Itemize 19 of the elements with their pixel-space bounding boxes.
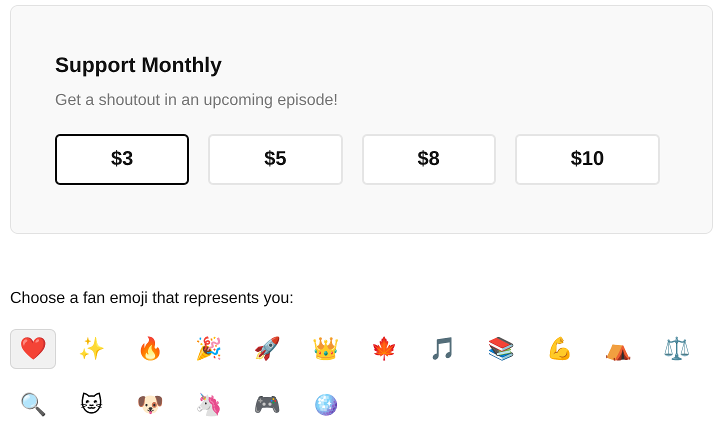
emoji-option[interactable]: 🐱: [68, 385, 114, 425]
amount-button[interactable]: $5: [208, 134, 342, 185]
emoji-option[interactable]: ❤: [10, 329, 56, 369]
amount-button[interactable]: $8: [362, 134, 496, 185]
amount-button[interactable]: $3: [55, 134, 190, 185]
amount-button[interactable]: $10: [514, 134, 660, 185]
prompt-text: Choose a fan emoji that represents you:: [10, 290, 295, 308]
emoji-option[interactable]: ⚖: [654, 329, 700, 369]
emoji-option[interactable]: 🦄: [186, 385, 232, 425]
emoji-option[interactable]: 🐶: [127, 385, 173, 425]
emoji-option[interactable]: 🎵: [420, 329, 466, 369]
emoji-option[interactable]: 🍁: [361, 329, 407, 369]
emoji-option[interactable]: 🔍: [10, 385, 56, 425]
emoji-option[interactable]: 📚: [478, 329, 524, 369]
emoji-option[interactable]: 🚀: [244, 329, 290, 369]
card-subtitle: Get a shoutout in an upcoming episode!: [55, 92, 339, 110]
emoji-option[interactable]: 🪩: [302, 385, 348, 425]
emoji-option[interactable]: 🎮: [244, 385, 290, 425]
card-title: Support Monthly: [55, 54, 223, 78]
